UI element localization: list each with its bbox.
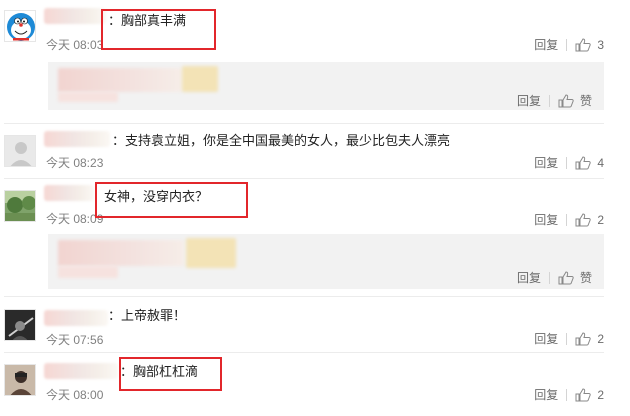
divider [566,157,568,169]
blurred-reply-content [186,238,236,268]
like-label[interactable]: 赞 [580,94,592,108]
reply-button[interactable]: 回复 [517,94,541,108]
blurred-reply-content [58,266,118,278]
comment-time: 今天 08:00 [46,388,104,402]
divider [566,389,568,401]
divider [566,214,568,226]
like-label[interactable]: 赞 [580,271,592,285]
thumbs-up-icon[interactable] [575,213,592,227]
reply-button[interactable]: 回复 [534,38,558,52]
avatar[interactable] [4,135,36,167]
avatar[interactable] [4,364,36,396]
username-blurred[interactable] [44,8,106,24]
reply-box-actions: 回复 赞 [517,94,592,108]
comment-item: ：上帝赦罪！ 今天 07:56 回复 2 [0,297,630,349]
reply-button[interactable]: 回复 [534,213,558,227]
reply-box-actions: 回复 赞 [517,271,592,285]
portrait-photo-avatar-icon [5,310,35,340]
comment-item: ：支持袁立姐，你是全中国最美的女人，最少比包夫人漂亮 今天 08:23 回复 4 [0,124,630,174]
username-blurred[interactable] [44,363,118,379]
reply-button[interactable]: 回复 [534,332,558,346]
thumbs-up-icon[interactable] [575,38,592,52]
default-user-avatar-icon [5,136,35,166]
highlight-box [95,182,248,218]
like-count: 2 [597,332,604,346]
cartoon-cat-avatar-icon [5,11,35,41]
username-blurred[interactable] [44,185,94,201]
avatar[interactable] [4,309,36,341]
blurred-reply-content [58,68,182,92]
comment-actions: 回复 4 [534,156,604,170]
comment-actions: 回复 3 [534,38,604,52]
like-count: 3 [597,38,604,52]
thumbs-up-icon[interactable] [558,94,574,108]
thumbs-up-icon[interactable] [575,156,592,170]
username-blurred[interactable] [44,131,110,147]
comment-actions: 回复 2 [534,388,604,402]
divider [548,95,550,107]
landscape-photo-avatar-icon [5,191,35,221]
blurred-reply-content [182,66,218,92]
divider [548,272,550,284]
comment-item: 女神，没穿内衣？ 今天 08:09 回复 2 回复 赞 [0,179,630,291]
like-count: 2 [597,388,604,402]
reply-button[interactable]: 回复 [534,388,558,402]
comment-text: ：上帝赦罪！ [108,308,187,323]
comment-time: 今天 08:03 [46,38,104,52]
username-blurred[interactable] [44,310,108,326]
like-count: 2 [597,213,604,227]
divider [566,333,568,345]
person-photo-avatar-icon [5,365,35,395]
reply-box: 回复 赞 [48,62,604,110]
thumbs-up-icon[interactable] [575,388,592,402]
blurred-reply-content [58,240,184,266]
highlight-box [101,9,216,50]
avatar[interactable] [4,190,36,222]
blurred-reply-content [58,92,118,102]
reply-box: 回复 赞 [48,234,604,289]
avatar[interactable] [4,10,36,42]
comment-time: 今天 07:56 [46,333,104,347]
comment-item: ：胸部杠杠滴 今天 08:00 回复 2 [0,353,630,416]
comment-time: 今天 08:23 [46,156,104,170]
thumbs-up-icon[interactable] [575,332,592,346]
comment-item: ：胸部真丰满 今天 08:03 回复 3 回复 赞 [0,0,630,112]
divider [566,39,568,51]
like-count: 4 [597,156,604,170]
comment-text: ：支持袁立姐，你是全中国最美的女人，最少比包夫人漂亮 [112,133,451,148]
comment-actions: 回复 2 [534,213,604,227]
comment-actions: 回复 2 [534,332,604,346]
thumbs-up-icon[interactable] [558,271,574,285]
highlight-box [119,357,222,391]
reply-button[interactable]: 回复 [534,156,558,170]
reply-button[interactable]: 回复 [517,271,541,285]
